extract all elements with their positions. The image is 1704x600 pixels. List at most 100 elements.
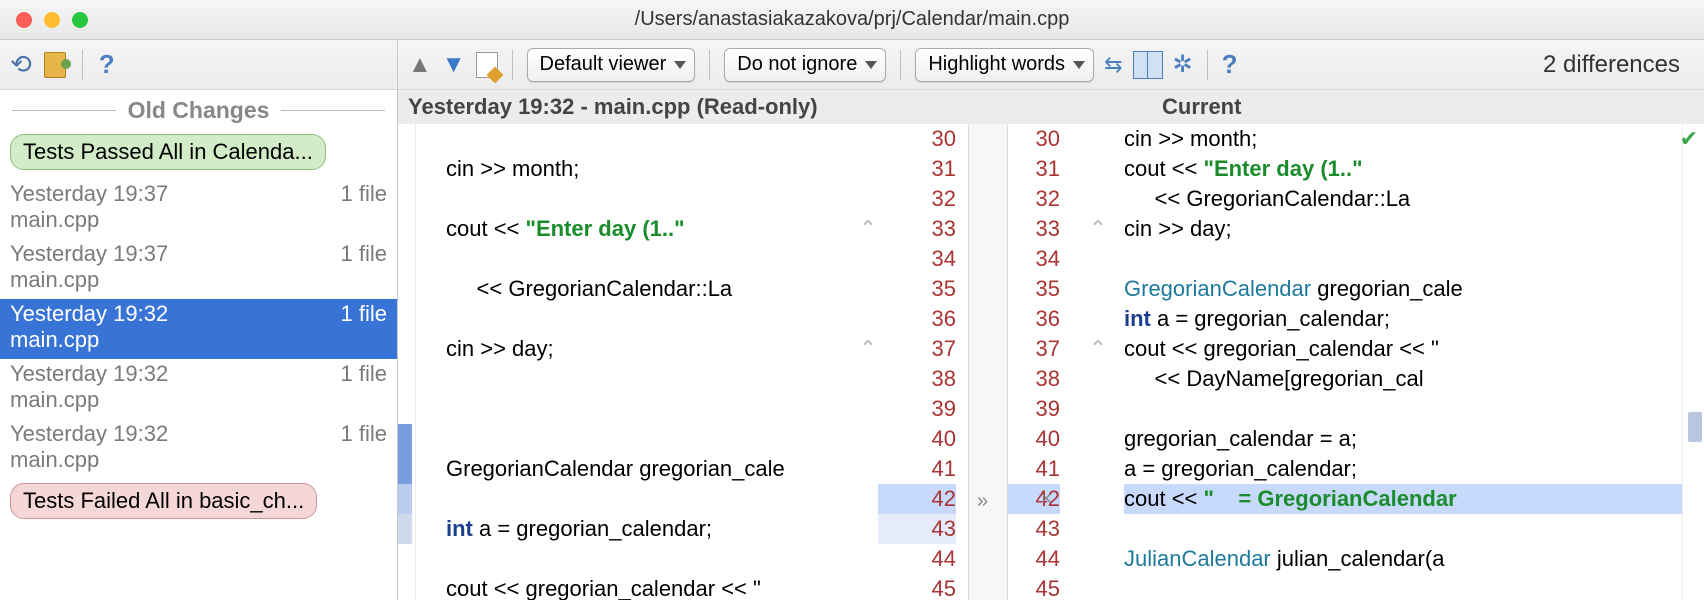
- sidebar-toolbar: ⟲ ?: [0, 40, 397, 90]
- revision-time: Yesterday 19:32: [10, 361, 168, 387]
- apply-change-icon[interactable]: »: [977, 486, 988, 516]
- line-number: 41: [878, 454, 956, 484]
- line-number: 39: [1008, 394, 1060, 424]
- collapse-unchanged-icon[interactable]: ⇆: [1104, 52, 1122, 78]
- maximize-window-icon[interactable]: [72, 12, 88, 28]
- chevron-down-icon: [1073, 61, 1085, 69]
- titlebar: /Users/anastasiakazakova/prj/Calendar/ma…: [0, 0, 1704, 40]
- prev-diff-icon[interactable]: ▲: [408, 51, 432, 79]
- line-number: 34: [878, 244, 956, 274]
- highlight-dropdown[interactable]: Highlight words: [915, 48, 1094, 82]
- fold-icon[interactable]: ⌃: [1088, 334, 1108, 364]
- window-controls: [0, 12, 88, 28]
- line-number: 35: [878, 274, 956, 304]
- edit-source-icon[interactable]: [476, 52, 498, 78]
- fold-icon[interactable]: ⌃: [858, 214, 878, 244]
- revision-filecount: 1 file: [341, 421, 387, 447]
- line-number: 44: [1008, 544, 1060, 574]
- change-marker[interactable]: [398, 514, 412, 544]
- separator: [900, 50, 901, 80]
- line-number: 37: [878, 334, 956, 364]
- right-pane-header: Current: [1150, 94, 1241, 120]
- gear-icon[interactable]: ✲: [1173, 50, 1193, 79]
- old-changes-header: Old Changes: [0, 90, 397, 130]
- revision-time: Yesterday 19:37: [10, 181, 168, 207]
- change-marker[interactable]: [398, 424, 412, 454]
- diff-splitter[interactable]: »: [968, 124, 1008, 600]
- viewer-dropdown[interactable]: Default viewer: [527, 48, 696, 82]
- revision-time: Yesterday 19:32: [10, 421, 168, 447]
- separator: [82, 50, 83, 80]
- change-indicator[interactable]: [1688, 412, 1702, 442]
- line-number: 37: [1008, 334, 1060, 364]
- code-line-modified: cout << " = GregorianCalendar: [1124, 484, 1682, 514]
- code-line: << DayName[gregorian_cal: [1124, 364, 1682, 394]
- right-overview-ruler[interactable]: ✔: [1682, 124, 1704, 600]
- change-marker[interactable]: [398, 454, 412, 484]
- code-line: [1124, 244, 1682, 274]
- code-line: int a = gregorian_calendar;: [446, 514, 858, 544]
- line-number: 32: [1008, 184, 1060, 214]
- revision-filename: main.cpp: [10, 387, 387, 413]
- reject-change-icon[interactable]: ×: [1040, 484, 1052, 514]
- help-icon[interactable]: ?: [1222, 49, 1238, 80]
- code-line: [1124, 574, 1682, 600]
- line-number: 33: [878, 214, 956, 244]
- line-number: 33: [1008, 214, 1060, 244]
- change-marker[interactable]: [398, 484, 412, 514]
- window-title: /Users/anastasiakazakova/prj/Calendar/ma…: [0, 8, 1704, 31]
- line-number: 40: [1008, 424, 1060, 454]
- highlight-label: Highlight words: [928, 53, 1065, 76]
- close-window-icon[interactable]: [16, 12, 32, 28]
- sync-scroll-icon[interactable]: [1133, 51, 1163, 79]
- next-diff-icon[interactable]: ▼: [442, 51, 466, 79]
- revision-item[interactable]: Yesterday 19:371 file main.cpp: [0, 179, 397, 239]
- minimize-window-icon[interactable]: [44, 12, 60, 28]
- left-code-pane[interactable]: cin >> month; cout << "Enter day (1.." <…: [416, 124, 858, 600]
- right-code-pane[interactable]: cin >> month; cout << "Enter day (1.." <…: [1108, 124, 1682, 600]
- code-line: int a = gregorian_calendar;: [1124, 304, 1682, 334]
- fold-icon[interactable]: ⌃: [1088, 214, 1108, 244]
- code-line: gregorian_calendar = a;: [1124, 424, 1682, 454]
- help-icon[interactable]: ?: [99, 49, 115, 80]
- revision-filename: main.cpp: [10, 447, 387, 473]
- revision-item[interactable]: Yesterday 19:321 file main.cpp: [0, 359, 397, 419]
- revision-item[interactable]: Yesterday 19:371 file main.cpp: [0, 239, 397, 299]
- code-line: [1124, 514, 1682, 544]
- inspection-ok-icon[interactable]: ✔: [1680, 126, 1698, 152]
- line-number: 31: [878, 154, 956, 184]
- line-number: 41: [1008, 454, 1060, 484]
- diff-toolbar: ▲ ▼ Default viewer Do not ignore Highlig…: [398, 40, 1704, 90]
- revision-filecount: 1 file: [341, 301, 387, 327]
- code-line: cout << gregorian_calendar << ": [446, 574, 858, 600]
- chevron-down-icon: [865, 61, 877, 69]
- code-line: << GregorianCalendar::La: [1124, 184, 1682, 214]
- sidebar: ⟲ ? Old Changes Tests Passed All in Cale…: [0, 40, 398, 600]
- revision-filecount: 1 file: [341, 241, 387, 267]
- revision-item[interactable]: Yesterday 19:32 1 file main.cpp: [0, 419, 397, 479]
- revision-item-selected[interactable]: Yesterday 19:32 1 file main.cpp: [0, 299, 397, 359]
- code-line: [1124, 394, 1682, 424]
- tests-passed-pill[interactable]: Tests Passed All in Calenda...: [10, 134, 326, 170]
- ignore-dropdown[interactable]: Do not ignore: [724, 48, 886, 82]
- fold-column-right: ⌃ ⌃: [1088, 124, 1108, 600]
- code-line: GregorianCalendar gregorian_cale: [1124, 274, 1682, 304]
- line-number: 38: [1008, 364, 1060, 394]
- separator: [512, 50, 513, 80]
- revision-filename: main.cpp: [10, 267, 387, 293]
- line-number: 39: [878, 394, 956, 424]
- revision-filename: main.cpp: [10, 327, 387, 353]
- code-line: a = gregorian_calendar;: [1124, 454, 1682, 484]
- fold-column-left: ⌃ ⌃: [858, 124, 878, 600]
- fold-icon[interactable]: ⌃: [858, 334, 878, 364]
- viewer-label: Default viewer: [540, 53, 667, 76]
- line-number: 30: [1008, 124, 1060, 154]
- line-number: 43: [1008, 514, 1060, 544]
- code-line: cin >> day;: [1124, 214, 1682, 244]
- show-changes-icon[interactable]: [44, 52, 66, 78]
- tests-failed-pill[interactable]: Tests Failed All in basic_ch...: [10, 483, 317, 519]
- revert-icon[interactable]: ⟲: [10, 49, 32, 80]
- code-line: JulianCalendar julian_calendar(a: [1124, 544, 1682, 574]
- code-line: GregorianCalendar gregorian_cale: [446, 454, 858, 484]
- revision-time: Yesterday 19:32: [10, 301, 168, 327]
